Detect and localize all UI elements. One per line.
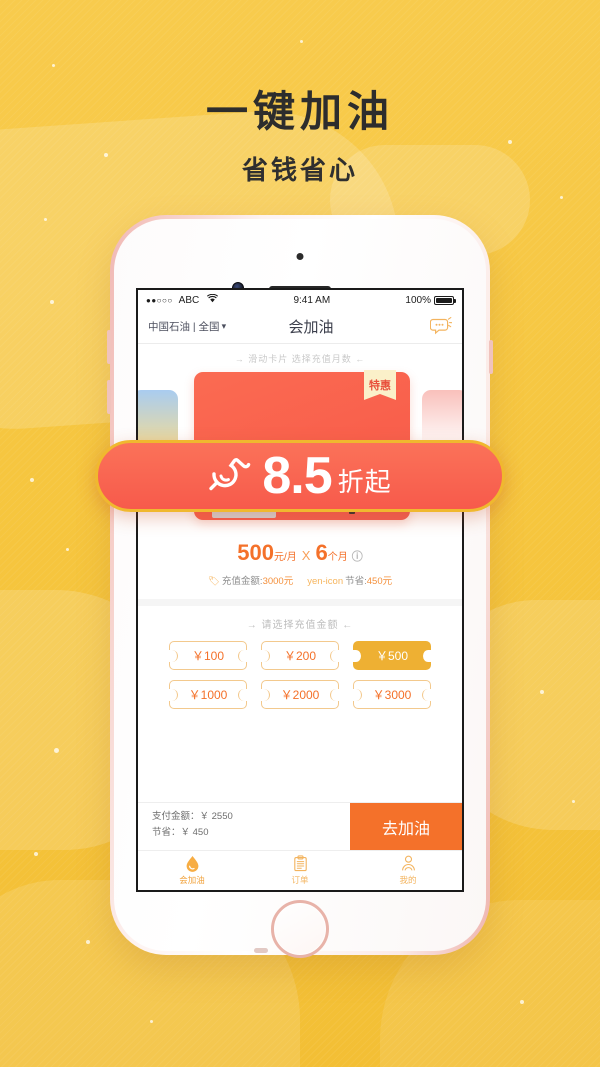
clipboard-icon: [293, 855, 307, 872]
discount-banner: 8.5 折起: [95, 440, 505, 512]
chat-bubble-button[interactable]: [396, 316, 452, 337]
star-dot: [150, 1020, 153, 1023]
star-dot: [44, 218, 47, 221]
power-button[interactable]: [489, 340, 493, 374]
special-offer-badge: 特惠: [364, 370, 396, 400]
recharge-label: 充值金额:: [221, 576, 263, 587]
price-unit: 元/月: [274, 552, 297, 563]
star-dot: [54, 748, 59, 753]
amount-option[interactable]: ￥2000: [261, 680, 339, 709]
star-dot: [30, 478, 34, 482]
price-details: 🏷 充值金额:3000元 yen-icon 节省:450元: [138, 573, 462, 599]
location-selector[interactable]: 中国石油 | 全国 ▾: [148, 319, 226, 334]
section-divider: [138, 599, 462, 606]
discount-number: 8.5: [262, 447, 332, 505]
navbar-title: 会加油: [288, 319, 334, 336]
price-headline: 500元/月 X 6个月 ⓘ: [138, 540, 462, 566]
price-amount: 500: [237, 540, 274, 565]
tab-orders[interactable]: 订单: [246, 851, 354, 890]
amount-option-selected[interactable]: ￥500: [353, 641, 431, 670]
home-button[interactable]: [271, 900, 329, 958]
tab-refuel[interactable]: 会加油: [138, 851, 246, 890]
amount-option[interactable]: ￥3000: [353, 680, 431, 709]
signal-strength-icon: ●●○○○: [146, 295, 173, 305]
app-navbar: 中国石油 | 全国 ▾ 会加油: [138, 310, 462, 344]
tab-label: 我的: [399, 875, 417, 885]
star-dot: [66, 548, 69, 551]
star-dot: [300, 40, 303, 43]
payment-info: 支付金额：￥ 2550 节省：￥ 450: [138, 803, 350, 850]
proximity-sensor-icon: [296, 253, 304, 260]
amount-option[interactable]: ￥1000: [169, 680, 247, 709]
fuel-nozzle-icon: [208, 452, 254, 501]
wifi-icon: [207, 293, 219, 306]
star-dot: [520, 1000, 524, 1004]
battery-full-icon: [434, 295, 456, 305]
amount-option-grid: ￥100 ￥200 ￥500 ￥1000 ￥2000 ￥3000: [138, 641, 462, 709]
tab-profile[interactable]: 我的: [354, 851, 462, 890]
headphone-jack: [254, 948, 268, 953]
pay-amount-line: 支付金额：￥ 2550: [152, 811, 233, 822]
payment-bar: 支付金额：￥ 2550 节省：￥ 450 去加油: [138, 802, 462, 850]
person-icon: [401, 855, 415, 871]
status-time: 9:41 AM: [293, 294, 331, 306]
amount-option[interactable]: ￥200: [261, 641, 339, 670]
discount-suffix: 折起: [337, 467, 392, 498]
status-bar: ●●○○○ ABC 9:41 AM 100%: [138, 290, 462, 310]
tag-icon: 🏷: [207, 576, 220, 587]
chat-bubble-icon: [430, 316, 452, 334]
months-unit: 个月: [327, 552, 348, 563]
star-dot: [50, 300, 54, 304]
tab-label: 订单: [291, 875, 309, 885]
save-value: 450元: [366, 576, 393, 587]
multiply-symbol: X: [301, 548, 311, 563]
tab-label: 会加油: [179, 875, 205, 885]
months-value: 6: [315, 540, 328, 565]
star-dot: [52, 64, 55, 67]
star-dot: [560, 196, 563, 199]
volume-down-button[interactable]: [107, 380, 111, 414]
save-label: 节省:: [345, 576, 367, 587]
recharge-value: 3000元: [262, 576, 294, 587]
phone-screen: ●●○○○ ABC 9:41 AM 100% 中国石油 | 全国 ▾ 会加油 →…: [136, 288, 464, 892]
price-summary: 500元/月 X 6个月 ⓘ 🏷 充值金额:3000元 yen-icon 节省:450元: [138, 524, 462, 599]
droplet-icon: [186, 856, 198, 872]
info-circle-icon[interactable]: ⓘ: [352, 551, 363, 563]
star-dot: [572, 800, 575, 803]
star-dot: [508, 140, 512, 144]
page-subtitle: 省钱省心: [241, 156, 358, 186]
volume-up-button[interactable]: [107, 330, 111, 364]
location-label: 中国石油 | 全国: [148, 321, 220, 333]
yen-icon: yen-icon: [307, 576, 344, 587]
carousel-hint: → 滑动卡片 选择充值月数 ←: [234, 354, 366, 364]
amount-option[interactable]: ￥100: [169, 641, 247, 670]
amount-section-title: → 请选择充值金额 ←: [246, 620, 354, 631]
amount-section: → 请选择充值金额 ← ￥100 ￥200 ￥500 ￥1000 ￥2000 ￥…: [138, 606, 462, 719]
go-refuel-button[interactable]: 去加油: [350, 803, 462, 850]
carrier-label: ABC: [178, 294, 200, 306]
tab-bar: 会加油 订单 我的: [138, 850, 462, 890]
battery-percent-label: 100%: [405, 294, 431, 306]
star-dot: [540, 690, 544, 694]
star-dot: [34, 852, 38, 856]
page-title: 一键加油: [205, 87, 394, 136]
star-dot: [86, 940, 90, 944]
pay-save-line: 节省：￥ 450: [152, 827, 209, 838]
